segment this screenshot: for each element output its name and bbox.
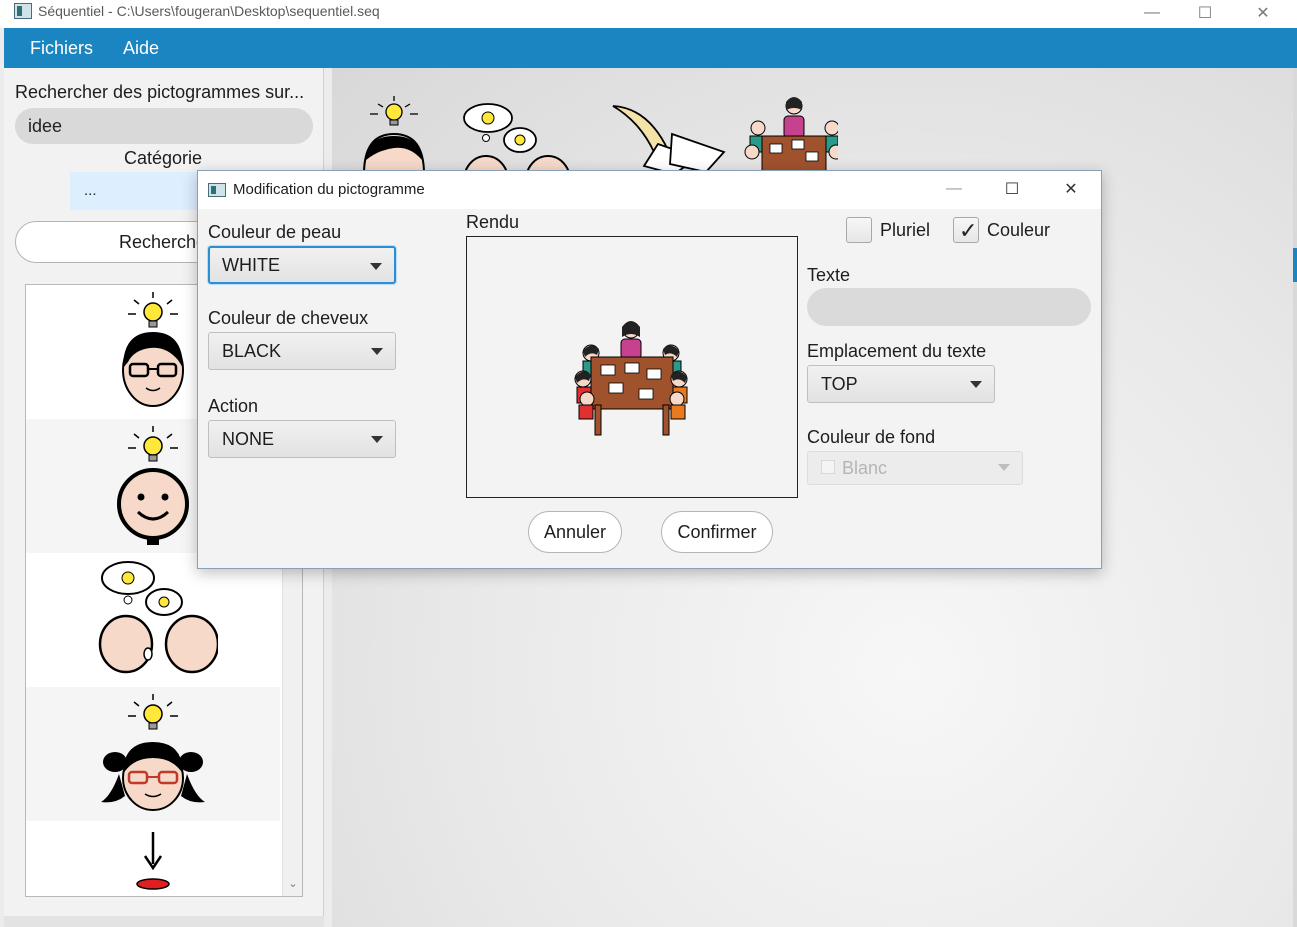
bg-color-value: Blanc xyxy=(842,458,888,478)
text-position-label: Emplacement du texte xyxy=(807,341,987,361)
menu-aide[interactable]: Aide xyxy=(110,38,172,59)
sequence-writing-icon xyxy=(612,105,726,174)
close-button[interactable]: ✕ xyxy=(1238,0,1288,26)
skin-color-label: Couleur de peau xyxy=(208,222,342,242)
dialog-title: Modification du pictogramme xyxy=(233,181,425,198)
sidebar-footer xyxy=(4,916,324,927)
maximize-button[interactable]: ☐ xyxy=(1180,0,1230,26)
chevron-down-icon xyxy=(371,348,383,355)
dialog-maximize-button[interactable]: ☐ xyxy=(992,175,1032,203)
exchange-ideas-icon xyxy=(98,561,218,674)
menu-bar: Fichiers Aide xyxy=(4,28,1293,68)
app-icon xyxy=(14,3,32,19)
search-label: Rechercher des pictogrammes sur... xyxy=(15,82,305,102)
result-pictogram-exchange-ideas[interactable] xyxy=(26,553,280,687)
cancel-button[interactable]: Annuler xyxy=(528,511,622,553)
sequence-meeting-icon xyxy=(744,97,838,174)
chevron-down-icon xyxy=(371,436,383,443)
arrow-down-spot-icon xyxy=(136,832,170,890)
action-label: Action xyxy=(208,396,259,416)
result-pictogram-place[interactable] xyxy=(26,821,280,896)
edit-pictogram-dialog: Modification du pictogramme — ☐ ✕ Couleu… xyxy=(197,170,1102,569)
text-position-value: TOP xyxy=(821,374,858,394)
action-value: NONE xyxy=(222,429,275,449)
bg-color-select[interactable]: Blanc xyxy=(807,451,1023,485)
sequence-pictograms xyxy=(362,96,838,174)
text-input[interactable] xyxy=(807,288,1091,326)
color-label: Couleur xyxy=(987,220,1051,240)
hair-color-select[interactable]: BLACK xyxy=(208,332,396,370)
result-pictogram-idea-girl[interactable] xyxy=(26,687,280,821)
skin-color-value: WHITE xyxy=(222,255,280,275)
render-preview xyxy=(466,236,798,498)
minimize-button[interactable]: — xyxy=(1127,0,1177,26)
plural-label: Pluriel xyxy=(880,220,931,240)
idea-glasses-icon xyxy=(122,292,184,407)
dialog-minimize-button[interactable]: — xyxy=(934,175,974,203)
color-swatch-icon xyxy=(821,460,835,474)
menu-fichiers[interactable]: Fichiers xyxy=(17,38,106,59)
sequence-thinking-icon xyxy=(463,103,571,174)
text-position-select[interactable]: TOP xyxy=(807,365,995,403)
idea-girl-icon xyxy=(101,694,205,811)
plural-checkbox[interactable] xyxy=(846,217,872,243)
chevron-down-icon xyxy=(370,263,382,270)
confirm-button[interactable]: Confirmer xyxy=(661,511,773,553)
checkmark-icon: ✓ xyxy=(959,218,978,243)
text-label: Texte xyxy=(807,265,851,285)
dialog-app-icon xyxy=(208,183,226,197)
sequence-idea-icon xyxy=(362,96,426,174)
category-select[interactable]: ... xyxy=(70,172,202,210)
dialog-title-bar: Modification du pictogramme — ☐ ✕ xyxy=(198,171,1101,209)
search-input[interactable]: idee xyxy=(15,108,313,144)
chevron-down-icon xyxy=(998,464,1010,471)
scroll-down-icon[interactable]: ⌄ xyxy=(283,877,302,895)
hair-color-label: Couleur de cheveux xyxy=(208,308,369,328)
window-right-edge xyxy=(1293,28,1297,927)
skin-color-select[interactable]: WHITE xyxy=(208,246,396,284)
category-label: Catégorie xyxy=(124,148,203,168)
color-checkbox[interactable]: ✓ xyxy=(953,217,979,243)
dialog-close-button[interactable]: ✕ xyxy=(1051,175,1091,203)
window-title-bar: Séquentiel - C:\Users\fougeran\Desktop\s… xyxy=(0,0,1297,28)
bg-color-label: Couleur de fond xyxy=(807,427,936,447)
meeting-pictogram-icon xyxy=(574,321,688,436)
hair-color-value: BLACK xyxy=(222,341,282,361)
action-select[interactable]: NONE xyxy=(208,420,396,458)
window-title: Séquentiel - C:\Users\fougeran\Desktop\s… xyxy=(38,3,380,19)
idea-smile-icon xyxy=(117,426,189,545)
render-label: Rendu xyxy=(466,212,520,232)
chevron-down-icon xyxy=(970,381,982,388)
